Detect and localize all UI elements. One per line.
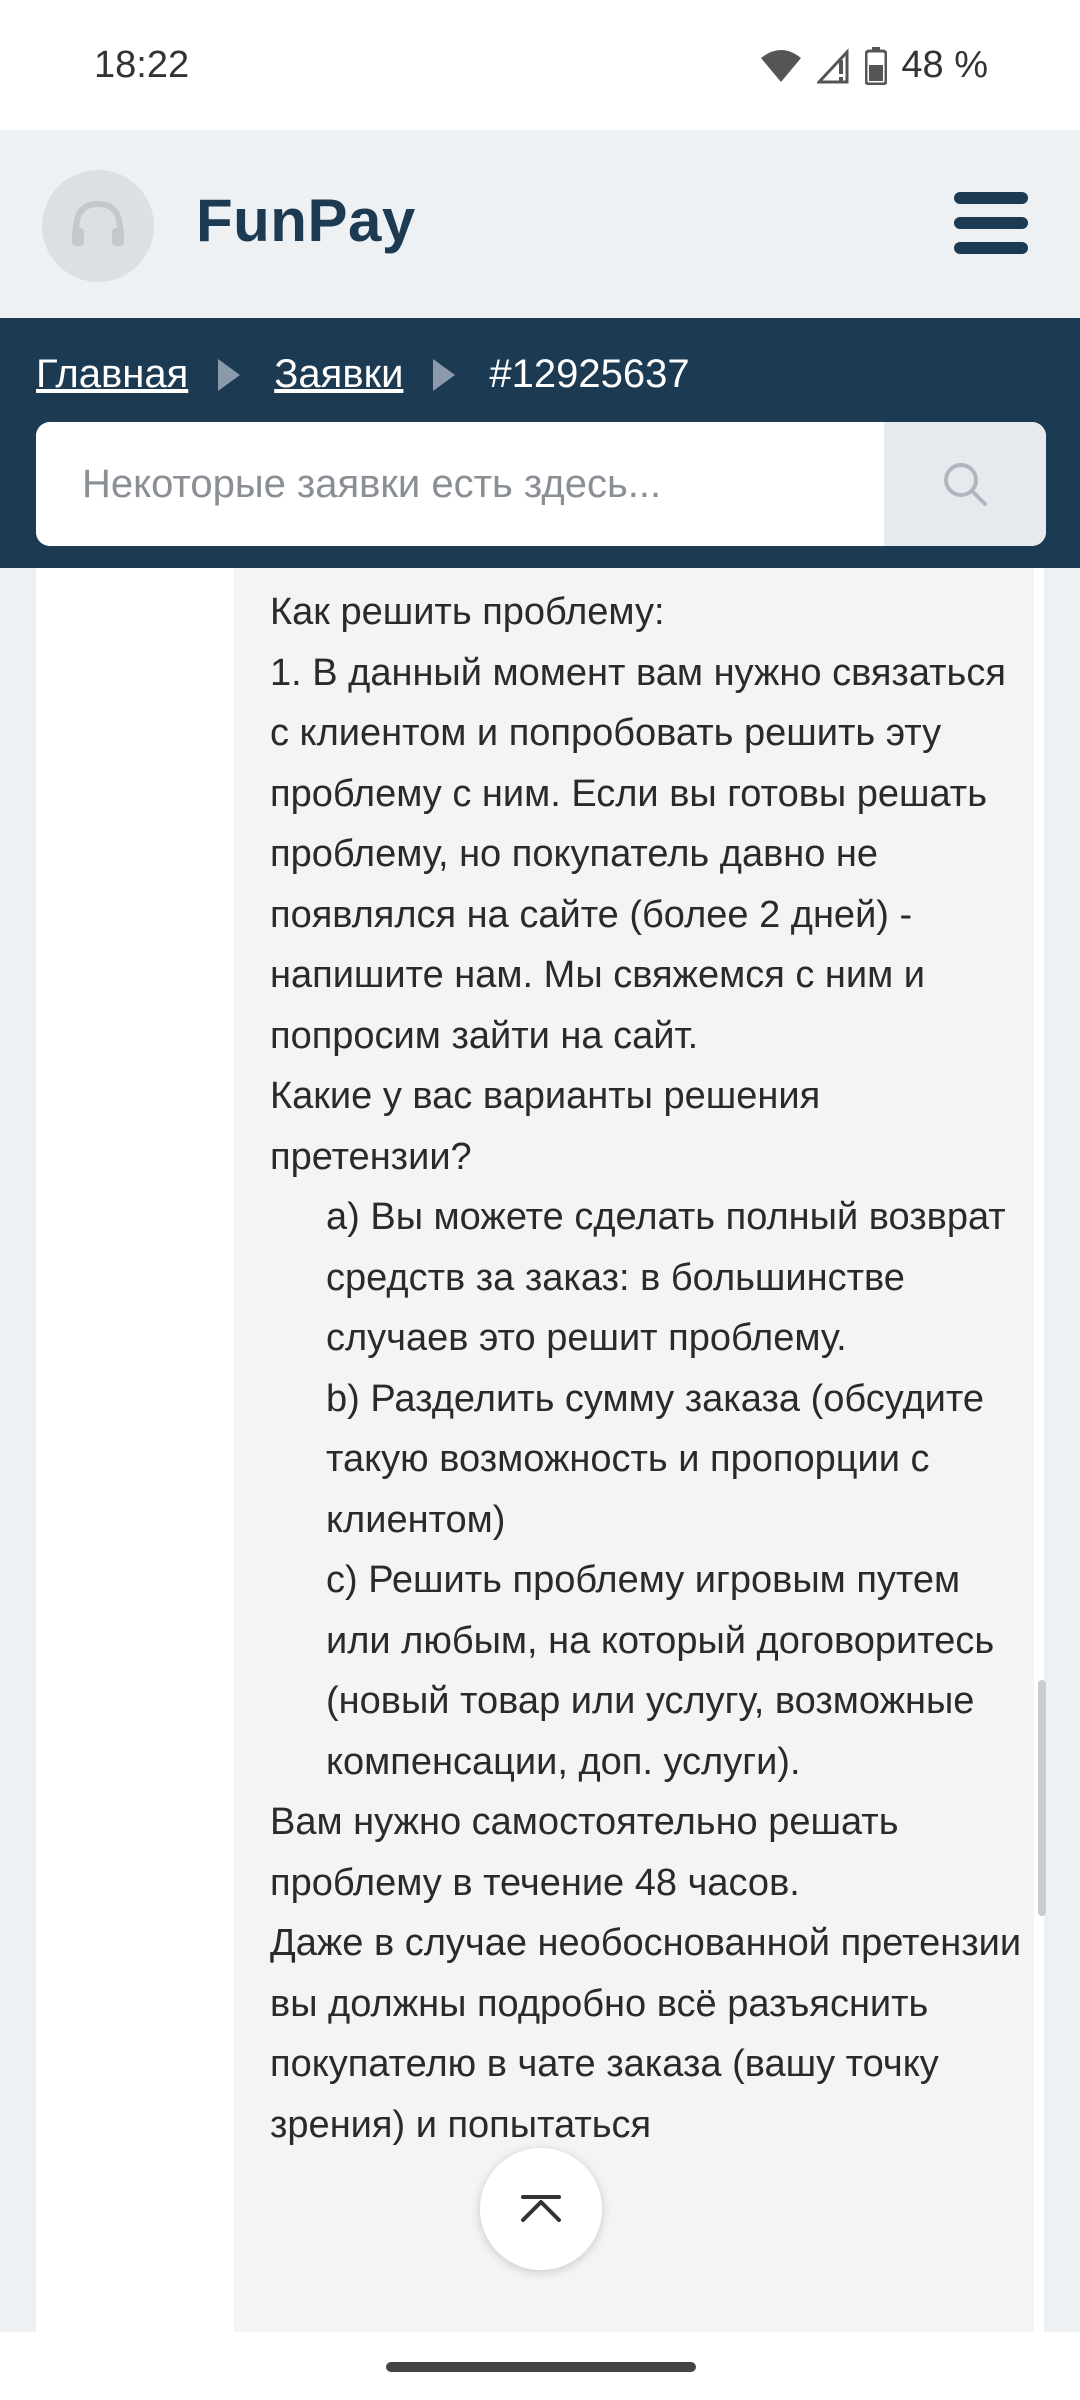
status-icons: 48 % [759, 44, 988, 87]
status-bar: 18:22 48 % [0, 0, 1080, 130]
message-line: Вам нужно самостоятельно решать проблему… [270, 1801, 899, 1904]
site-logo[interactable] [42, 170, 154, 282]
message-option: b) Разделить сумму заказа (обсудите таку… [326, 1377, 984, 1541]
message-option: a) Вы можете сделать полный возврат сред… [326, 1196, 1006, 1359]
breadcrumb-search-bar: Главная Заявки #12925637 [0, 318, 1080, 568]
headset-icon [72, 200, 124, 246]
breadcrumb-current: #12925637 [489, 352, 690, 396]
signal-icon [817, 47, 849, 83]
message-text: Как решить проблему: 1. В данный момент … [270, 582, 1030, 2155]
breadcrumb: Главная Заявки #12925637 [36, 352, 690, 397]
chevron-up-icon [521, 2195, 561, 2222]
wifi-icon [761, 49, 802, 82]
hamburger-menu-button[interactable] [954, 192, 1028, 254]
ticket-card: Как решить проблему: 1. В данный момент … [36, 568, 1044, 2332]
system-nav-bar [0, 2332, 1080, 2400]
search-box [36, 422, 1046, 546]
message-option: c) Решить проблему игровым путем или люб… [326, 1559, 995, 1783]
battery-level: 48 % [901, 44, 988, 86]
message-line: Даже в случае необоснованной претензии в… [270, 1922, 1022, 2146]
search-icon [944, 463, 987, 506]
scrollbar[interactable] [1038, 1680, 1046, 1916]
message-line: Как решить проблему: [270, 591, 665, 633]
content-area: Как решить проблему: 1. В данный момент … [0, 568, 1080, 2332]
breadcrumb-home-link[interactable]: Главная [36, 352, 188, 397]
gesture-handle[interactable] [386, 2362, 696, 2372]
breadcrumb-requests-link[interactable]: Заявки [274, 352, 403, 397]
hamburger-line [954, 242, 1028, 254]
brand-name[interactable]: FunPay [196, 186, 416, 255]
status-time: 18:22 [94, 44, 190, 86]
search-button[interactable] [884, 422, 1046, 546]
app-header: FunPay [0, 130, 1080, 318]
message-bubble: Как решить проблему: 1. В данный момент … [234, 568, 1034, 2332]
search-input[interactable] [36, 422, 884, 546]
message-line: Какие у вас варианты решения претензии? [270, 1075, 821, 1178]
message-line: 1. В данный момент вам нужно связаться с… [270, 651, 1006, 1057]
breadcrumb-arrow-icon [433, 358, 456, 391]
breadcrumb-arrow-icon [218, 358, 241, 391]
scroll-to-top-button[interactable] [480, 2148, 602, 2270]
battery-icon [865, 46, 888, 85]
hamburger-icon [954, 192, 1028, 204]
hamburger-line [954, 217, 1028, 229]
